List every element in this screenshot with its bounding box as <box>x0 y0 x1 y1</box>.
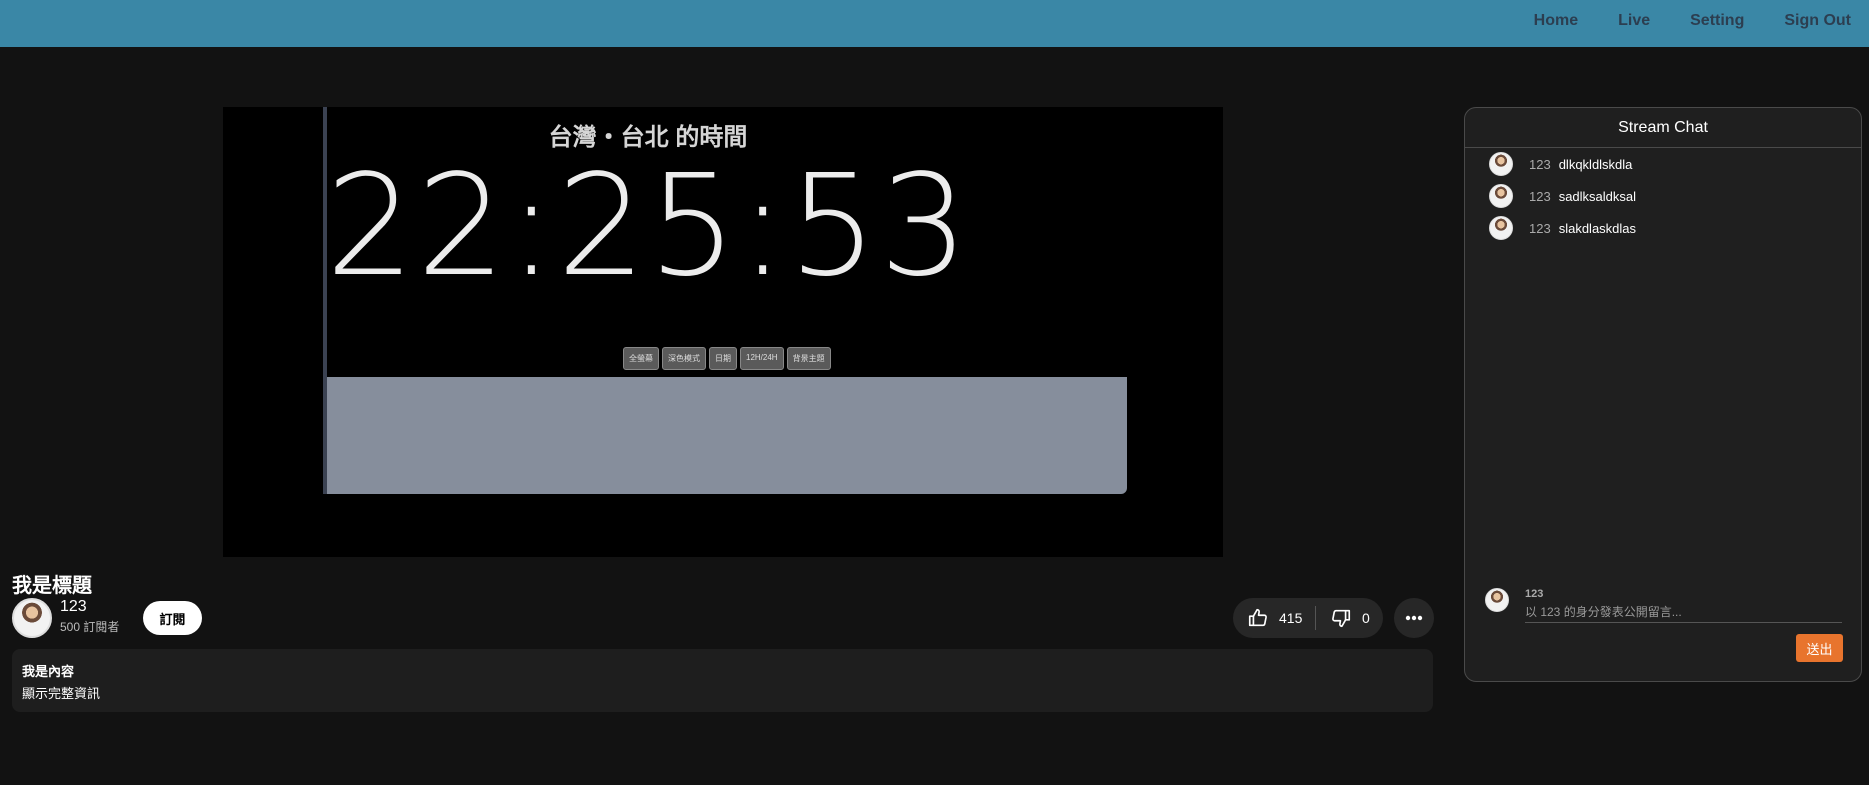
clock-dark-mode-button: 深色模式 <box>662 347 706 370</box>
clock-12h24h-button: 12H/24H <box>740 347 784 370</box>
clock-date-button: 日期 <box>709 347 737 370</box>
top-navbar: Home Live Setting Sign Out <box>0 0 1869 47</box>
chat-header: Stream Chat <box>1465 108 1861 148</box>
chat-avatar <box>1489 184 1513 208</box>
thumbs-up-icon <box>1248 608 1267 627</box>
dislike-count: 0 <box>1362 610 1370 626</box>
more-horizontal-icon <box>1405 615 1423 621</box>
chat-message-input[interactable] <box>1525 602 1842 623</box>
clock-time: 22:25:53 <box>325 145 971 308</box>
like-count: 415 <box>1279 610 1303 626</box>
clock-theme-button: 背景主題 <box>786 347 831 370</box>
stream-title: 我是標題 <box>12 575 92 597</box>
chat-message-user: 123 <box>1529 220 1551 236</box>
nav-setting-link[interactable]: Setting <box>1690 12 1744 30</box>
thumbs-down-icon <box>1332 609 1351 628</box>
channel-name[interactable]: 123 <box>60 598 87 616</box>
like-button[interactable]: 415 <box>1233 598 1315 638</box>
nav-links: Home Live Setting Sign Out <box>1534 0 1869 42</box>
channel-avatar[interactable] <box>12 598 52 638</box>
show-full-info-link[interactable]: 顯示完整資訊 <box>22 683 100 702</box>
send-button[interactable]: 送出 <box>1796 634 1843 662</box>
chat-message: 123 slakdlaskdlas <box>1489 216 1636 240</box>
clock-button-row: 全螢幕 深色模式 日期 12H/24H 背景主題 <box>623 347 831 370</box>
chat-message-user: 123 <box>1529 188 1551 204</box>
chat-message-text: dlkqkldlskdla <box>1558 156 1633 172</box>
dislike-button[interactable]: 0 <box>1316 598 1370 638</box>
chat-avatar <box>1489 216 1513 240</box>
chat-message: 123 dlkqkldlskdla <box>1489 152 1632 176</box>
chat-message: 123 sadlksaldksal <box>1489 184 1636 208</box>
chat-avatar <box>1489 152 1513 176</box>
like-dislike-bar: 415 0 <box>1233 598 1383 638</box>
description-box[interactable]: 我是內容 顯示完整資訊 <box>12 649 1433 712</box>
nav-live-link[interactable]: Live <box>1618 12 1650 30</box>
more-options-button[interactable] <box>1394 598 1434 638</box>
subscriber-count: 500 訂閱者 <box>60 620 120 634</box>
subscribe-button[interactable]: 訂閱 <box>143 601 202 635</box>
nav-sign-out-link[interactable]: Sign Out <box>1784 12 1851 30</box>
compose-avatar <box>1485 588 1509 612</box>
chat-message-text: slakdlaskdlas <box>1558 220 1637 236</box>
compose-username: 123 <box>1525 588 1544 600</box>
clock-fullscreen-button: 全螢幕 <box>623 347 659 370</box>
video-grey-panel <box>327 377 1127 494</box>
chat-message-user: 123 <box>1529 156 1551 172</box>
chat-message-text: sadlksaldksal <box>1558 188 1637 204</box>
stream-chat-panel: Stream Chat 123 dlkqkldlskdla 123 sadlks… <box>1464 107 1862 682</box>
description-title: 我是內容 <box>22 664 75 679</box>
video-player[interactable]: 台灣・台北 的時間 22:25:53 全螢幕 深色模式 日期 12H/24H 背… <box>223 107 1223 557</box>
nav-home-link[interactable]: Home <box>1534 12 1578 30</box>
